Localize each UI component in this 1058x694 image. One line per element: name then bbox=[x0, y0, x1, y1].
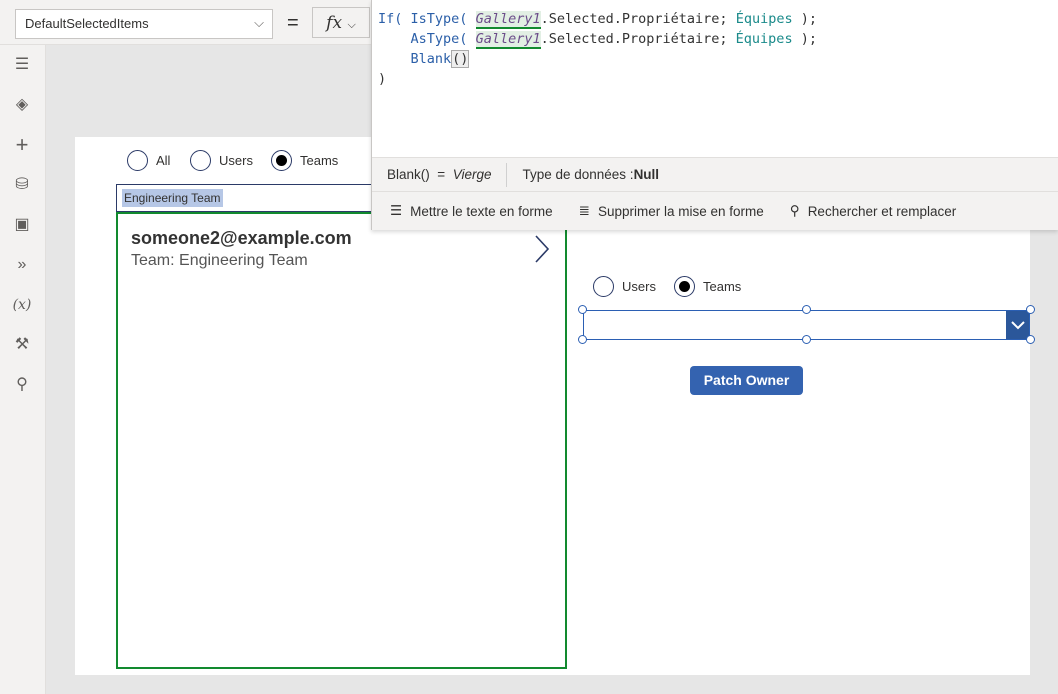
search-icon: ⚲ bbox=[789, 203, 800, 218]
radio-label: Users bbox=[622, 279, 656, 294]
variables-icon[interactable]: (x) bbox=[11, 294, 33, 316]
radio-label: Teams bbox=[703, 279, 742, 294]
search-icon[interactable]: ⚲ bbox=[11, 374, 33, 396]
radio-label: Teams bbox=[300, 153, 339, 168]
tools-icon[interactable]: ⚒ bbox=[11, 334, 33, 356]
data-type-value: Null bbox=[633, 167, 660, 182]
formula-panel: If( IsType( Gallery1.Selected.Propriétai… bbox=[371, 0, 1058, 230]
property-dropdown[interactable]: DefaultSelectedItems ⌵ bbox=[15, 9, 273, 39]
data-icon[interactable]: ⛁ bbox=[11, 174, 33, 196]
code-token: Gallery1 bbox=[475, 31, 541, 49]
fx-button[interactable]: fx ⌵ bbox=[312, 7, 370, 38]
radio-users[interactable]: Users bbox=[190, 150, 253, 171]
gallery-item-team: Team: Engineering Team bbox=[131, 252, 308, 269]
radio-circle bbox=[127, 150, 148, 171]
insert-icon[interactable]: + bbox=[11, 134, 33, 156]
fx-icon: fx bbox=[326, 13, 343, 33]
code-token: ) bbox=[378, 71, 387, 87]
radio-circle bbox=[190, 150, 211, 171]
remove-formatting-button[interactable]: ≣ Supprimer la mise en forme bbox=[579, 203, 764, 219]
code-token: Gallery1 bbox=[475, 11, 541, 29]
radio-circle bbox=[593, 276, 614, 297]
radio-circle bbox=[674, 276, 695, 297]
formula-status-bar: Blank() = Vierge Type de données :Null bbox=[372, 157, 1058, 192]
radio-teams-2[interactable]: Teams bbox=[674, 276, 741, 297]
tool-label: Mettre le texte en forme bbox=[410, 203, 553, 219]
radio-label: Users bbox=[219, 153, 253, 168]
media-icon[interactable]: ▣ bbox=[11, 214, 33, 236]
gallery-item-email: someone2@example.com bbox=[131, 228, 352, 248]
radio-users-2[interactable]: Users bbox=[593, 276, 656, 297]
resize-handle[interactable] bbox=[1026, 335, 1035, 344]
menu-icon[interactable]: ☰ bbox=[11, 54, 33, 76]
code-token: Équipes bbox=[735, 31, 793, 47]
code-token: Blank bbox=[410, 51, 452, 67]
code-token: Équipes bbox=[735, 11, 793, 27]
code-token: .Selected.Propriétaire; bbox=[540, 11, 728, 27]
resize-handle[interactable] bbox=[578, 335, 587, 344]
code-token: ); bbox=[800, 11, 817, 27]
gallery[interactable]: someone2@example.com Team: Engineering T… bbox=[116, 212, 567, 669]
combobox-value: Engineering Team bbox=[122, 189, 223, 207]
equals-sign: = bbox=[287, 12, 299, 34]
code-token: If( bbox=[378, 11, 403, 27]
status-expression: Blank() bbox=[387, 166, 430, 182]
radio-all[interactable]: All bbox=[127, 150, 170, 171]
resize-handle[interactable] bbox=[802, 305, 811, 314]
format-text-button[interactable]: ☰ Mettre le texte en forme bbox=[390, 203, 553, 219]
resize-handle[interactable] bbox=[578, 305, 587, 314]
code-token: () bbox=[451, 50, 470, 68]
patch-owner-button[interactable]: Patch Owner bbox=[690, 366, 803, 395]
layers-icon[interactable]: ◈ bbox=[11, 94, 33, 116]
find-replace-button[interactable]: ⚲ Rechercher et remplacer bbox=[790, 203, 956, 219]
code-token: AsType( bbox=[410, 31, 468, 47]
data-type-label: Type de données : bbox=[522, 167, 634, 182]
tool-label: Rechercher et remplacer bbox=[807, 203, 957, 219]
dropdown-button[interactable] bbox=[1006, 311, 1029, 339]
chevron-right-icon[interactable] bbox=[533, 234, 551, 264]
radio-label: All bbox=[156, 153, 171, 168]
code-token: .Selected.Propriétaire; bbox=[540, 31, 728, 47]
tool-label: Supprimer la mise en forme bbox=[597, 203, 764, 219]
owner-combobox[interactable]: Engineering Team bbox=[116, 184, 372, 212]
chevron-down-icon: ⌵ bbox=[254, 15, 264, 30]
code-token: IsType( bbox=[410, 11, 468, 27]
formula-editor[interactable]: If( IsType( Gallery1.Selected.Propriétai… bbox=[378, 9, 817, 89]
remove-formatting-icon: ≣ bbox=[578, 203, 590, 218]
formula-tools: ☰ Mettre le texte en forme ≣ Supprimer la … bbox=[372, 192, 1058, 230]
radio-circle bbox=[271, 150, 292, 171]
chevron-down-icon bbox=[1010, 320, 1025, 329]
resize-handle[interactable] bbox=[1026, 305, 1035, 314]
power-automate-icon[interactable]: » bbox=[11, 254, 33, 276]
status-equals: = bbox=[437, 166, 446, 182]
code-token: ); bbox=[800, 31, 817, 47]
format-text-icon: ☰ bbox=[390, 203, 403, 218]
property-value: DefaultSelectedItems bbox=[25, 16, 149, 31]
status-value: Vierge bbox=[452, 166, 492, 182]
radio-teams[interactable]: Teams bbox=[271, 150, 338, 171]
left-sidebar: ☰ ◈ + ⛁ ▣ » (x) ⚒ ⚲ bbox=[0, 45, 46, 694]
resize-handle[interactable] bbox=[802, 335, 811, 344]
